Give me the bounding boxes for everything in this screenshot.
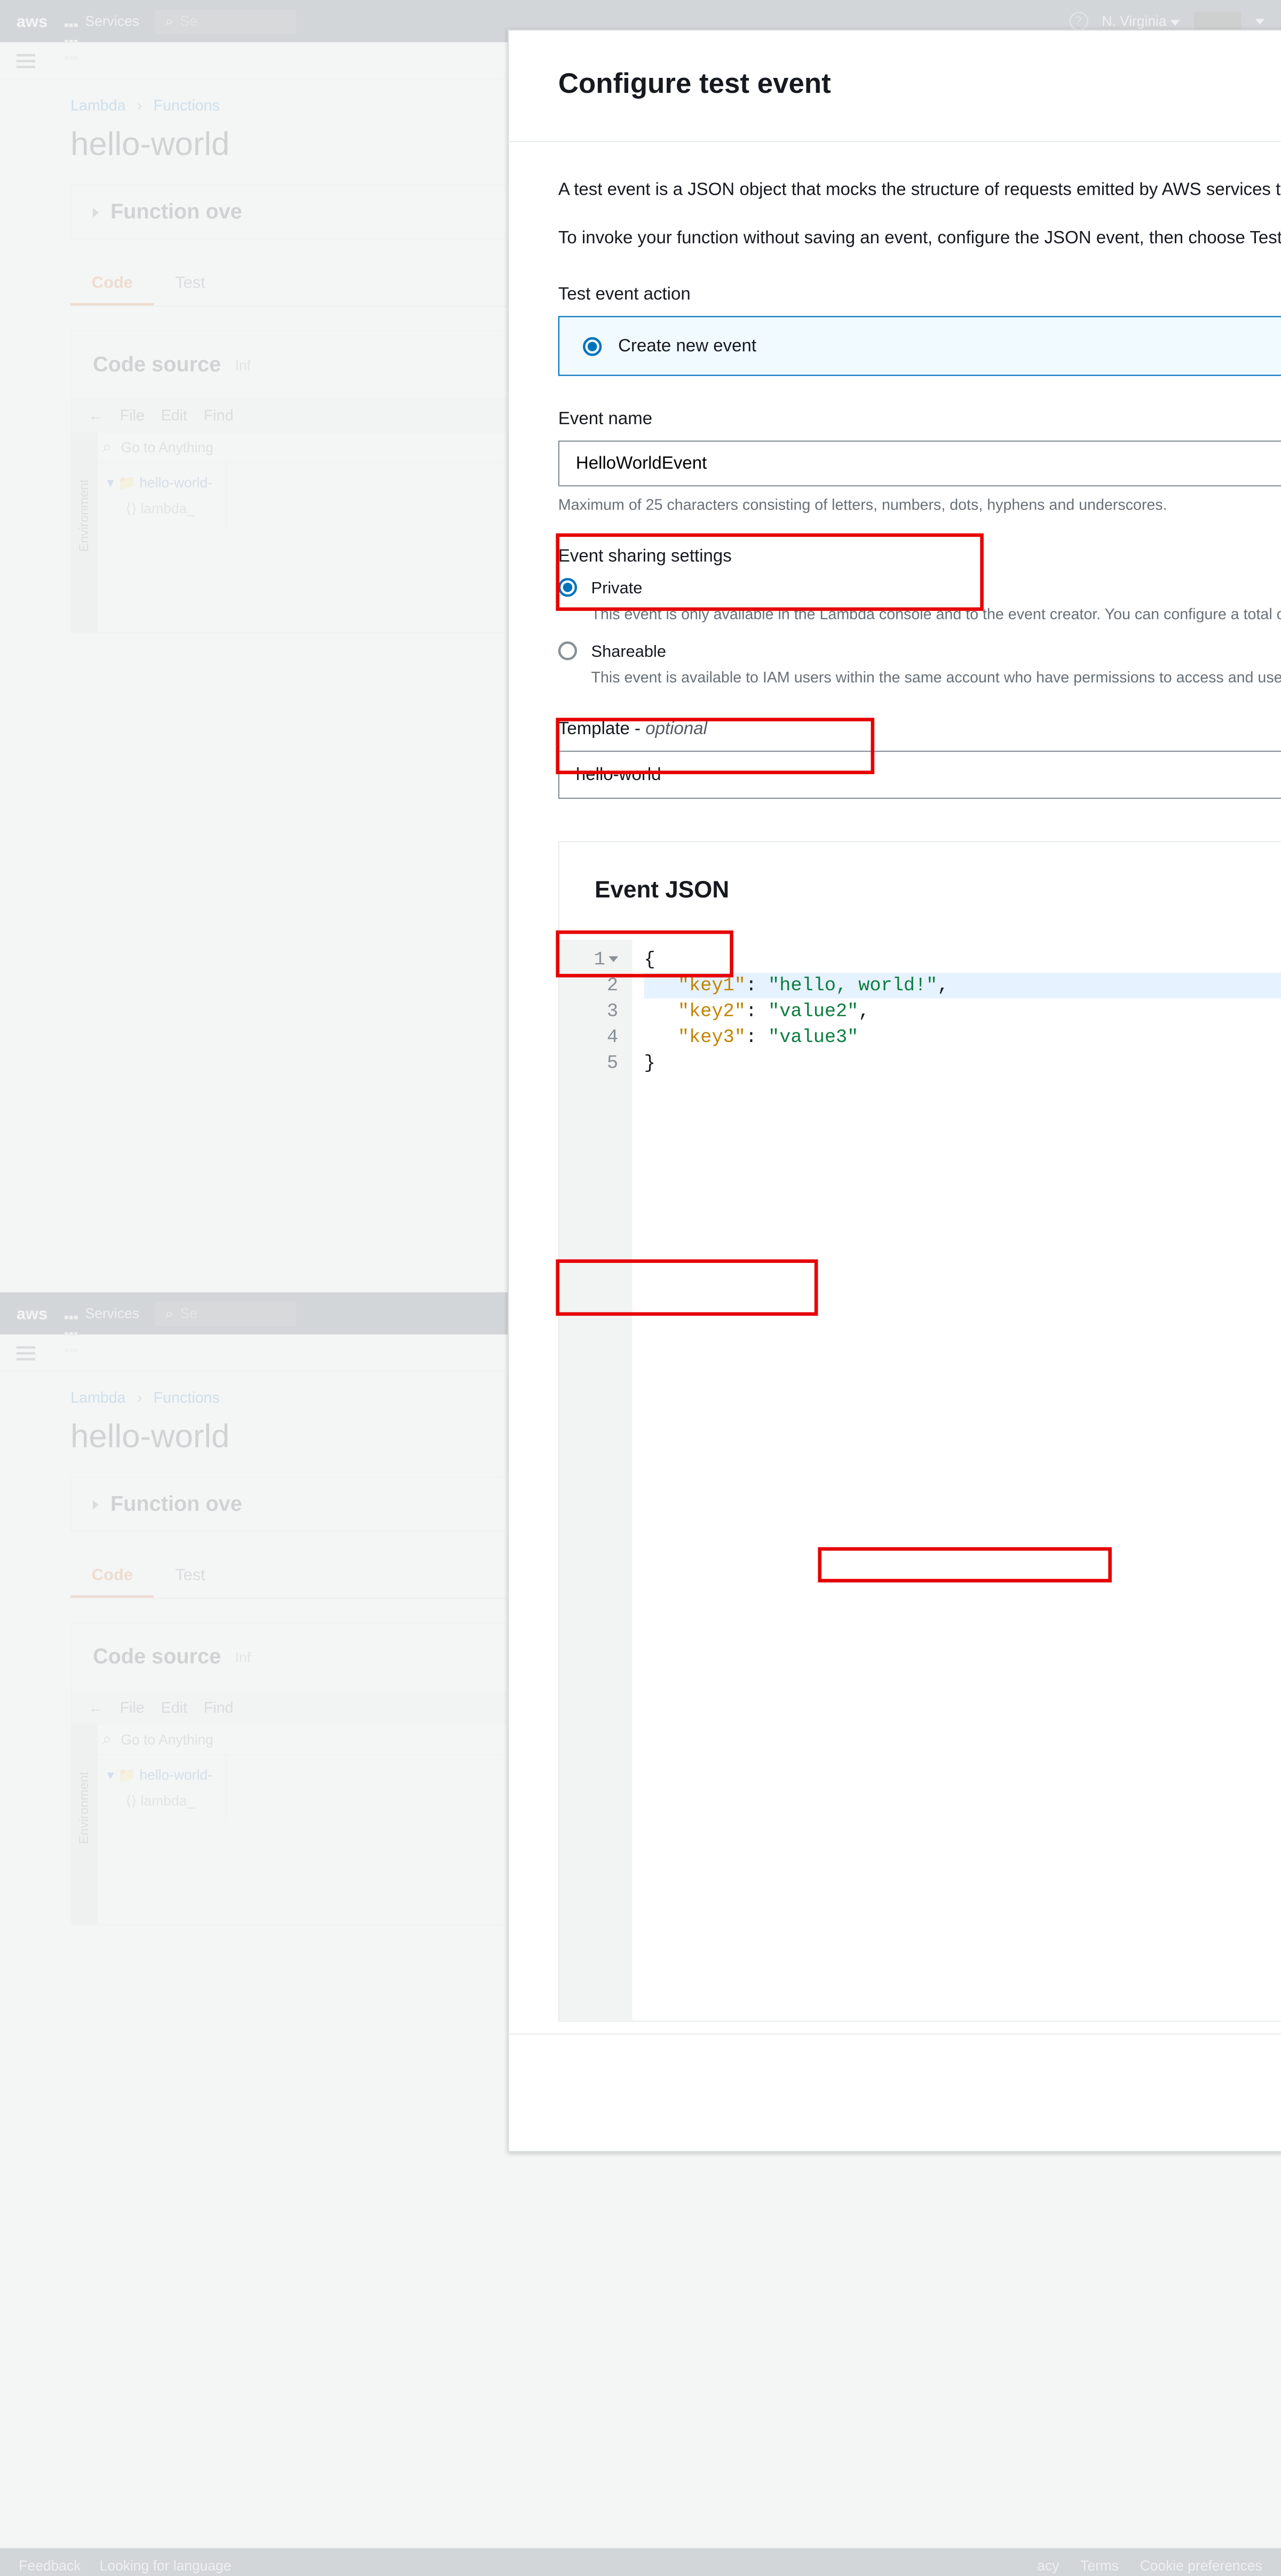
event-json-panel: Event JSON Format JSON 1 2345 { "key1": …	[558, 841, 1281, 2022]
modal-description-1: A test event is a JSON object that mocks…	[558, 177, 1281, 204]
event-name-label: Event name	[558, 409, 1281, 428]
test-event-action-group: Create new event Edit saved event	[558, 316, 1281, 376]
editor-gutter: 1 2345	[559, 940, 632, 2021]
modal-header: Configure test event ✕	[509, 30, 1281, 142]
json-editor[interactable]: 1 2345 { "key1": "hello, world!", "key2"…	[559, 940, 1281, 2021]
shareable-option[interactable]: Shareable	[558, 641, 1281, 660]
private-description: This event is only available in the Lamb…	[591, 604, 1281, 623]
private-option[interactable]: Private	[558, 578, 1281, 597]
modal-footer: Cancel Save	[509, 2033, 1281, 2151]
template-select[interactable]: hello-world	[558, 751, 1281, 799]
create-new-event-option[interactable]: Create new event	[558, 316, 1281, 376]
modal-title: Configure test event	[558, 68, 831, 101]
shareable-description: This event is available to IAM users wit…	[591, 667, 1281, 686]
radio-icon	[558, 578, 577, 597]
modal-description-2: To invoke your function without saving a…	[558, 225, 1281, 252]
template-label: Template - optional	[558, 719, 1281, 739]
event-name-hint: Maximum of 25 characters consisting of l…	[558, 496, 1281, 513]
radio-icon	[558, 641, 577, 660]
test-event-action-label: Test event action	[558, 284, 1281, 304]
editor-content[interactable]: { "key1": "hello, world!", "key2": "valu…	[632, 940, 1281, 2021]
event-json-title: Event JSON	[595, 878, 729, 905]
event-name-input[interactable]	[558, 441, 1281, 487]
event-sharing-label: Event sharing settings	[558, 546, 1281, 566]
configure-test-event-modal: Configure test event ✕ A test event is a…	[508, 29, 1281, 2152]
radio-icon	[583, 337, 602, 355]
